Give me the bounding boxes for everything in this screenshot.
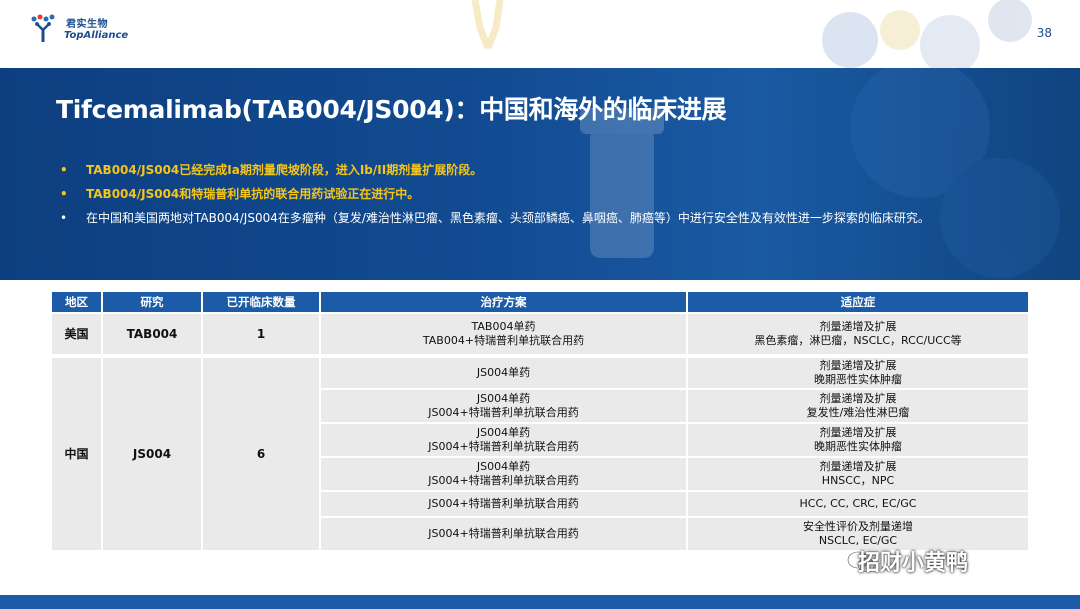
indication-line: 晚期恶性实体肿瘤 xyxy=(814,440,902,453)
indication-cell: 剂量递增及扩展 HNSCC，NPC xyxy=(688,456,1028,490)
bullet-list: TAB004/JS004已经完成Ia期剂量爬坡阶段，进入Ib/II期剂量扩展阶段… xyxy=(60,158,930,230)
bottom-bar xyxy=(0,595,1080,609)
header-region: 地区 xyxy=(52,292,103,312)
indication-line: 剂量递增及扩展 xyxy=(819,426,897,439)
indication-line: 剂量递增及扩展 xyxy=(819,460,897,473)
plan-line: JS004单药 xyxy=(476,392,531,405)
count-cell: 6 xyxy=(203,354,321,550)
indication-cell: 剂量递增及扩展 晚期恶性实体肿瘤 xyxy=(688,354,1028,388)
indication-line: 晚期恶性实体肿瘤 xyxy=(814,373,902,386)
indication-cell: 剂量递增及扩展 黑色素瘤，淋巴瘤，NSCLC，RCC/UCC等 xyxy=(688,312,1028,354)
header-indication: 适应症 xyxy=(688,292,1028,312)
title-banner: Tifcemalimab(TAB004/JS004)：中国和海外的临床进展 TA… xyxy=(0,68,1080,280)
plan-line: JS004+特瑞普利单抗联合用药 xyxy=(428,474,579,487)
plan-cell: JS004+特瑞普利单抗联合用药 xyxy=(321,516,688,550)
indication-line: 安全性评价及剂量递增 xyxy=(803,520,913,533)
plan-line: JS004单药 xyxy=(476,460,531,473)
clinical-progress-table: 地区 研究 已开临床数量 治疗方案 适应症 美国 TAB004 1 TAB004… xyxy=(52,292,1028,550)
plan-line: JS004单药 xyxy=(476,426,531,439)
indication-line: 剂量递增及扩展 xyxy=(819,392,897,405)
plan-line: JS004+特瑞普利单抗联合用药 xyxy=(428,440,579,453)
antibody-decoration-top xyxy=(471,0,1032,68)
header-treatment-plan: 治疗方案 xyxy=(321,292,688,312)
plan-cell: JS004+特瑞普利单抗联合用药 xyxy=(321,490,688,516)
indication-line: HNSCC，NPC xyxy=(821,474,895,487)
region-cell: 美国 xyxy=(52,312,103,354)
indication-cell: 剂量递增及扩展 复发性/难治性淋巴瘤 xyxy=(688,388,1028,422)
plan-cell: JS004单药 JS004+特瑞普利单抗联合用药 xyxy=(321,422,688,456)
indication-line: 复发性/难治性淋巴瘤 xyxy=(806,406,910,419)
page-number: 38 xyxy=(1036,26,1052,40)
plan-line: TAB004+特瑞普利单抗联合用药 xyxy=(422,334,585,347)
count-cell: 1 xyxy=(203,312,321,354)
table-row: 中国 JS004 6 JS004单药 剂量递增及扩展 晚期恶性实体肿瘤 xyxy=(52,354,1028,550)
company-logo: 君实生物 TopAlliance xyxy=(30,12,150,48)
plan-cell: JS004单药 xyxy=(321,354,688,388)
indication-line: 黑色素瘤，淋巴瘤，NSCLC，RCC/UCC等 xyxy=(754,334,962,347)
indication-line: HCC, CC, CRC, EC/GC xyxy=(799,497,917,510)
logo-mark-icon xyxy=(31,14,55,42)
plan-cell: JS004单药 JS004+特瑞普利单抗联合用药 xyxy=(321,456,688,490)
logo-chinese-text: 君实生物 xyxy=(66,19,108,30)
plan-line: JS004+特瑞普利单抗联合用药 xyxy=(428,497,579,510)
plan-line: JS004+特瑞普利单抗联合用药 xyxy=(428,406,579,419)
plan-cell: JS004单药 JS004+特瑞普利单抗联合用药 xyxy=(321,388,688,422)
plan-cell: TAB004单药 TAB004+特瑞普利单抗联合用药 xyxy=(321,312,688,354)
study-cell: JS004 xyxy=(103,354,203,550)
table-header-row: 地区 研究 已开临床数量 治疗方案 适应症 xyxy=(52,292,1028,312)
slide-title: Tifcemalimab(TAB004/JS004)：中国和海外的临床进展 xyxy=(56,95,727,124)
plan-line: TAB004单药 xyxy=(471,320,536,333)
plan-line: JS004+特瑞普利单抗联合用药 xyxy=(428,527,579,540)
indication-line: 剂量递增及扩展 xyxy=(819,320,897,333)
bullet-item: 在中国和美国两地对TAB004/JS004在多瘤种（复发/难治性淋巴瘤、黑色素瘤… xyxy=(60,206,930,230)
bullet-item: TAB004/JS004已经完成Ia期剂量爬坡阶段，进入Ib/II期剂量扩展阶段… xyxy=(60,158,930,182)
watermark-text: 招财小黄鸭 xyxy=(858,551,969,576)
bullet-item: TAB004/JS004和特瑞普利单抗的联合用药试验正在进行中。 xyxy=(60,182,930,206)
study-cell: TAB004 xyxy=(103,312,203,354)
indication-cell: HCC, CC, CRC, EC/GC xyxy=(688,490,1028,516)
indication-line: 剂量递增及扩展 xyxy=(819,359,897,372)
indication-cell: 剂量递增及扩展 晚期恶性实体肿瘤 xyxy=(688,422,1028,456)
header-study: 研究 xyxy=(103,292,203,312)
logo-english-text: TopAlliance xyxy=(64,30,129,41)
region-cell: 中国 xyxy=(52,354,103,550)
plan-line: JS004单药 xyxy=(476,366,531,379)
header-trial-count: 已开临床数量 xyxy=(203,292,321,312)
table-row: 美国 TAB004 1 TAB004单药 TAB004+特瑞普利单抗联合用药 剂… xyxy=(52,312,1028,354)
